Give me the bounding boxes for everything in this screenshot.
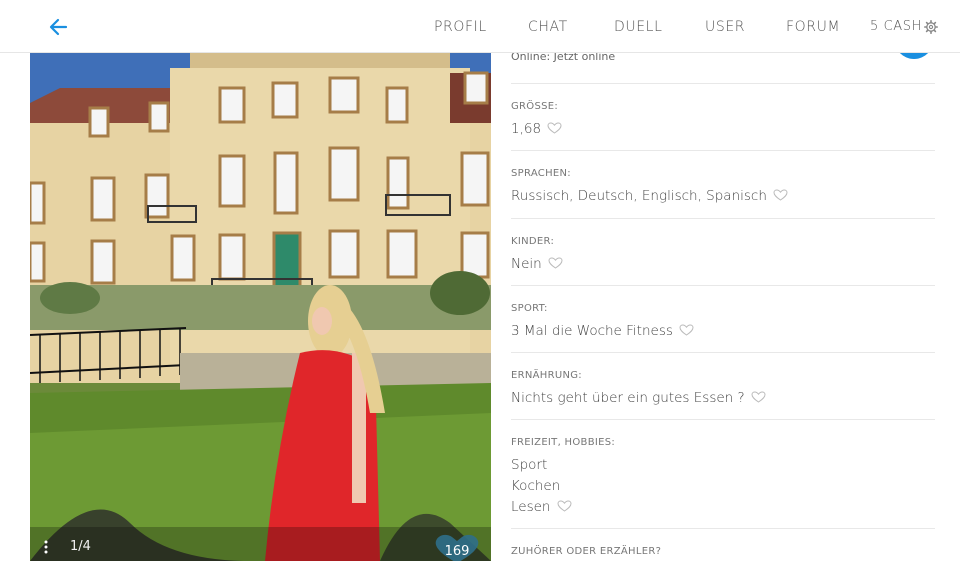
like-count: 169 — [444, 544, 470, 559]
more-vertical-icon[interactable] — [44, 540, 48, 554]
gear-icon[interactable] — [924, 20, 938, 34]
section-value: 3 Mal die Woche Fitness — [511, 323, 694, 339]
photo-counter: 1/4 — [70, 539, 91, 554]
section-value: Nein — [511, 256, 563, 272]
section-label: ERNÄHRUNG: — [511, 370, 582, 381]
nav-chat[interactable]: CHAT — [528, 19, 568, 35]
value-text: Nichts geht über ein gutes Essen ? — [511, 390, 745, 406]
value-text: Lesen — [511, 499, 551, 515]
heart-icon[interactable] — [556, 500, 572, 512]
section-groesse: GRÖSSE: 1,68 — [511, 83, 935, 151]
section-ernaehrung: ERNÄHRUNG: Nichts geht über ein gutes Es… — [511, 352, 935, 420]
value-text: 1,68 — [511, 121, 542, 137]
nav-profil[interactable]: PROFIL — [434, 19, 487, 35]
section-sprachen: SPRACHEN: Russisch, Deutsch, Englisch, S… — [511, 150, 935, 218]
photo-illustration — [30, 53, 491, 561]
section-label: SPRACHEN: — [511, 168, 571, 179]
value-text: Russisch, Deutsch, Englisch, Spanisch — [511, 188, 767, 204]
section-label: ZUHÖRER ODER ERZÄHLER? — [511, 546, 662, 557]
section-value: Nichts geht über ein gutes Essen ? — [511, 390, 766, 406]
nav-user[interactable]: USER — [705, 19, 745, 35]
profile-details: Online: Jetzt online GRÖSSE: 1,68 SPRACH… — [511, 53, 935, 561]
like-button[interactable]: 169 — [432, 533, 482, 561]
section-zuhoerer: ZUHÖRER ODER ERZÄHLER? — [511, 528, 935, 561]
value-text: 3 Mal die Woche Fitness — [511, 323, 673, 339]
profile-photo[interactable]: 1/4 169 — [30, 53, 491, 561]
photo-footer: 1/4 169 — [30, 527, 491, 561]
section-kinder: KINDER: Nein — [511, 218, 935, 286]
value-text: Nein — [511, 256, 542, 272]
section-value: 1,68 — [511, 121, 562, 137]
section-label: KINDER: — [511, 236, 555, 247]
nav-cash[interactable]: 5 CASH — [870, 19, 922, 34]
section-label: GRÖSSE: — [511, 101, 559, 112]
avatar[interactable] — [893, 53, 935, 59]
hobby-item: Kochen — [511, 478, 561, 494]
heart-icon[interactable] — [679, 324, 694, 336]
section-sport: SPORT: 3 Mal die Woche Fitness — [511, 285, 935, 353]
heart-icon[interactable] — [773, 189, 788, 201]
online-status: Online: Jetzt online — [511, 53, 616, 63]
section-value: Russisch, Deutsch, Englisch, Spanisch — [511, 188, 788, 204]
section-label: FREIZEIT, HOBBIES: — [511, 437, 616, 448]
main-nav: PROFIL CHAT DUELL USER FORUM 5 CASH — [0, 19, 960, 37]
heart-icon[interactable] — [547, 122, 562, 134]
section-label: SPORT: — [511, 303, 548, 314]
hobby-item: Lesen — [511, 499, 572, 520]
nav-duell[interactable]: DUELL — [614, 19, 662, 35]
top-navigation-bar: PROFIL CHAT DUELL USER FORUM 5 CASH — [0, 0, 960, 53]
heart-icon[interactable] — [548, 257, 563, 269]
heart-icon[interactable] — [751, 391, 766, 403]
section-value: Sport Kochen Lesen — [511, 457, 572, 520]
hobby-item: Sport — [511, 457, 548, 473]
section-hobbies: FREIZEIT, HOBBIES: Sport Kochen Lesen — [511, 419, 935, 529]
nav-forum[interactable]: FORUM — [786, 19, 840, 35]
